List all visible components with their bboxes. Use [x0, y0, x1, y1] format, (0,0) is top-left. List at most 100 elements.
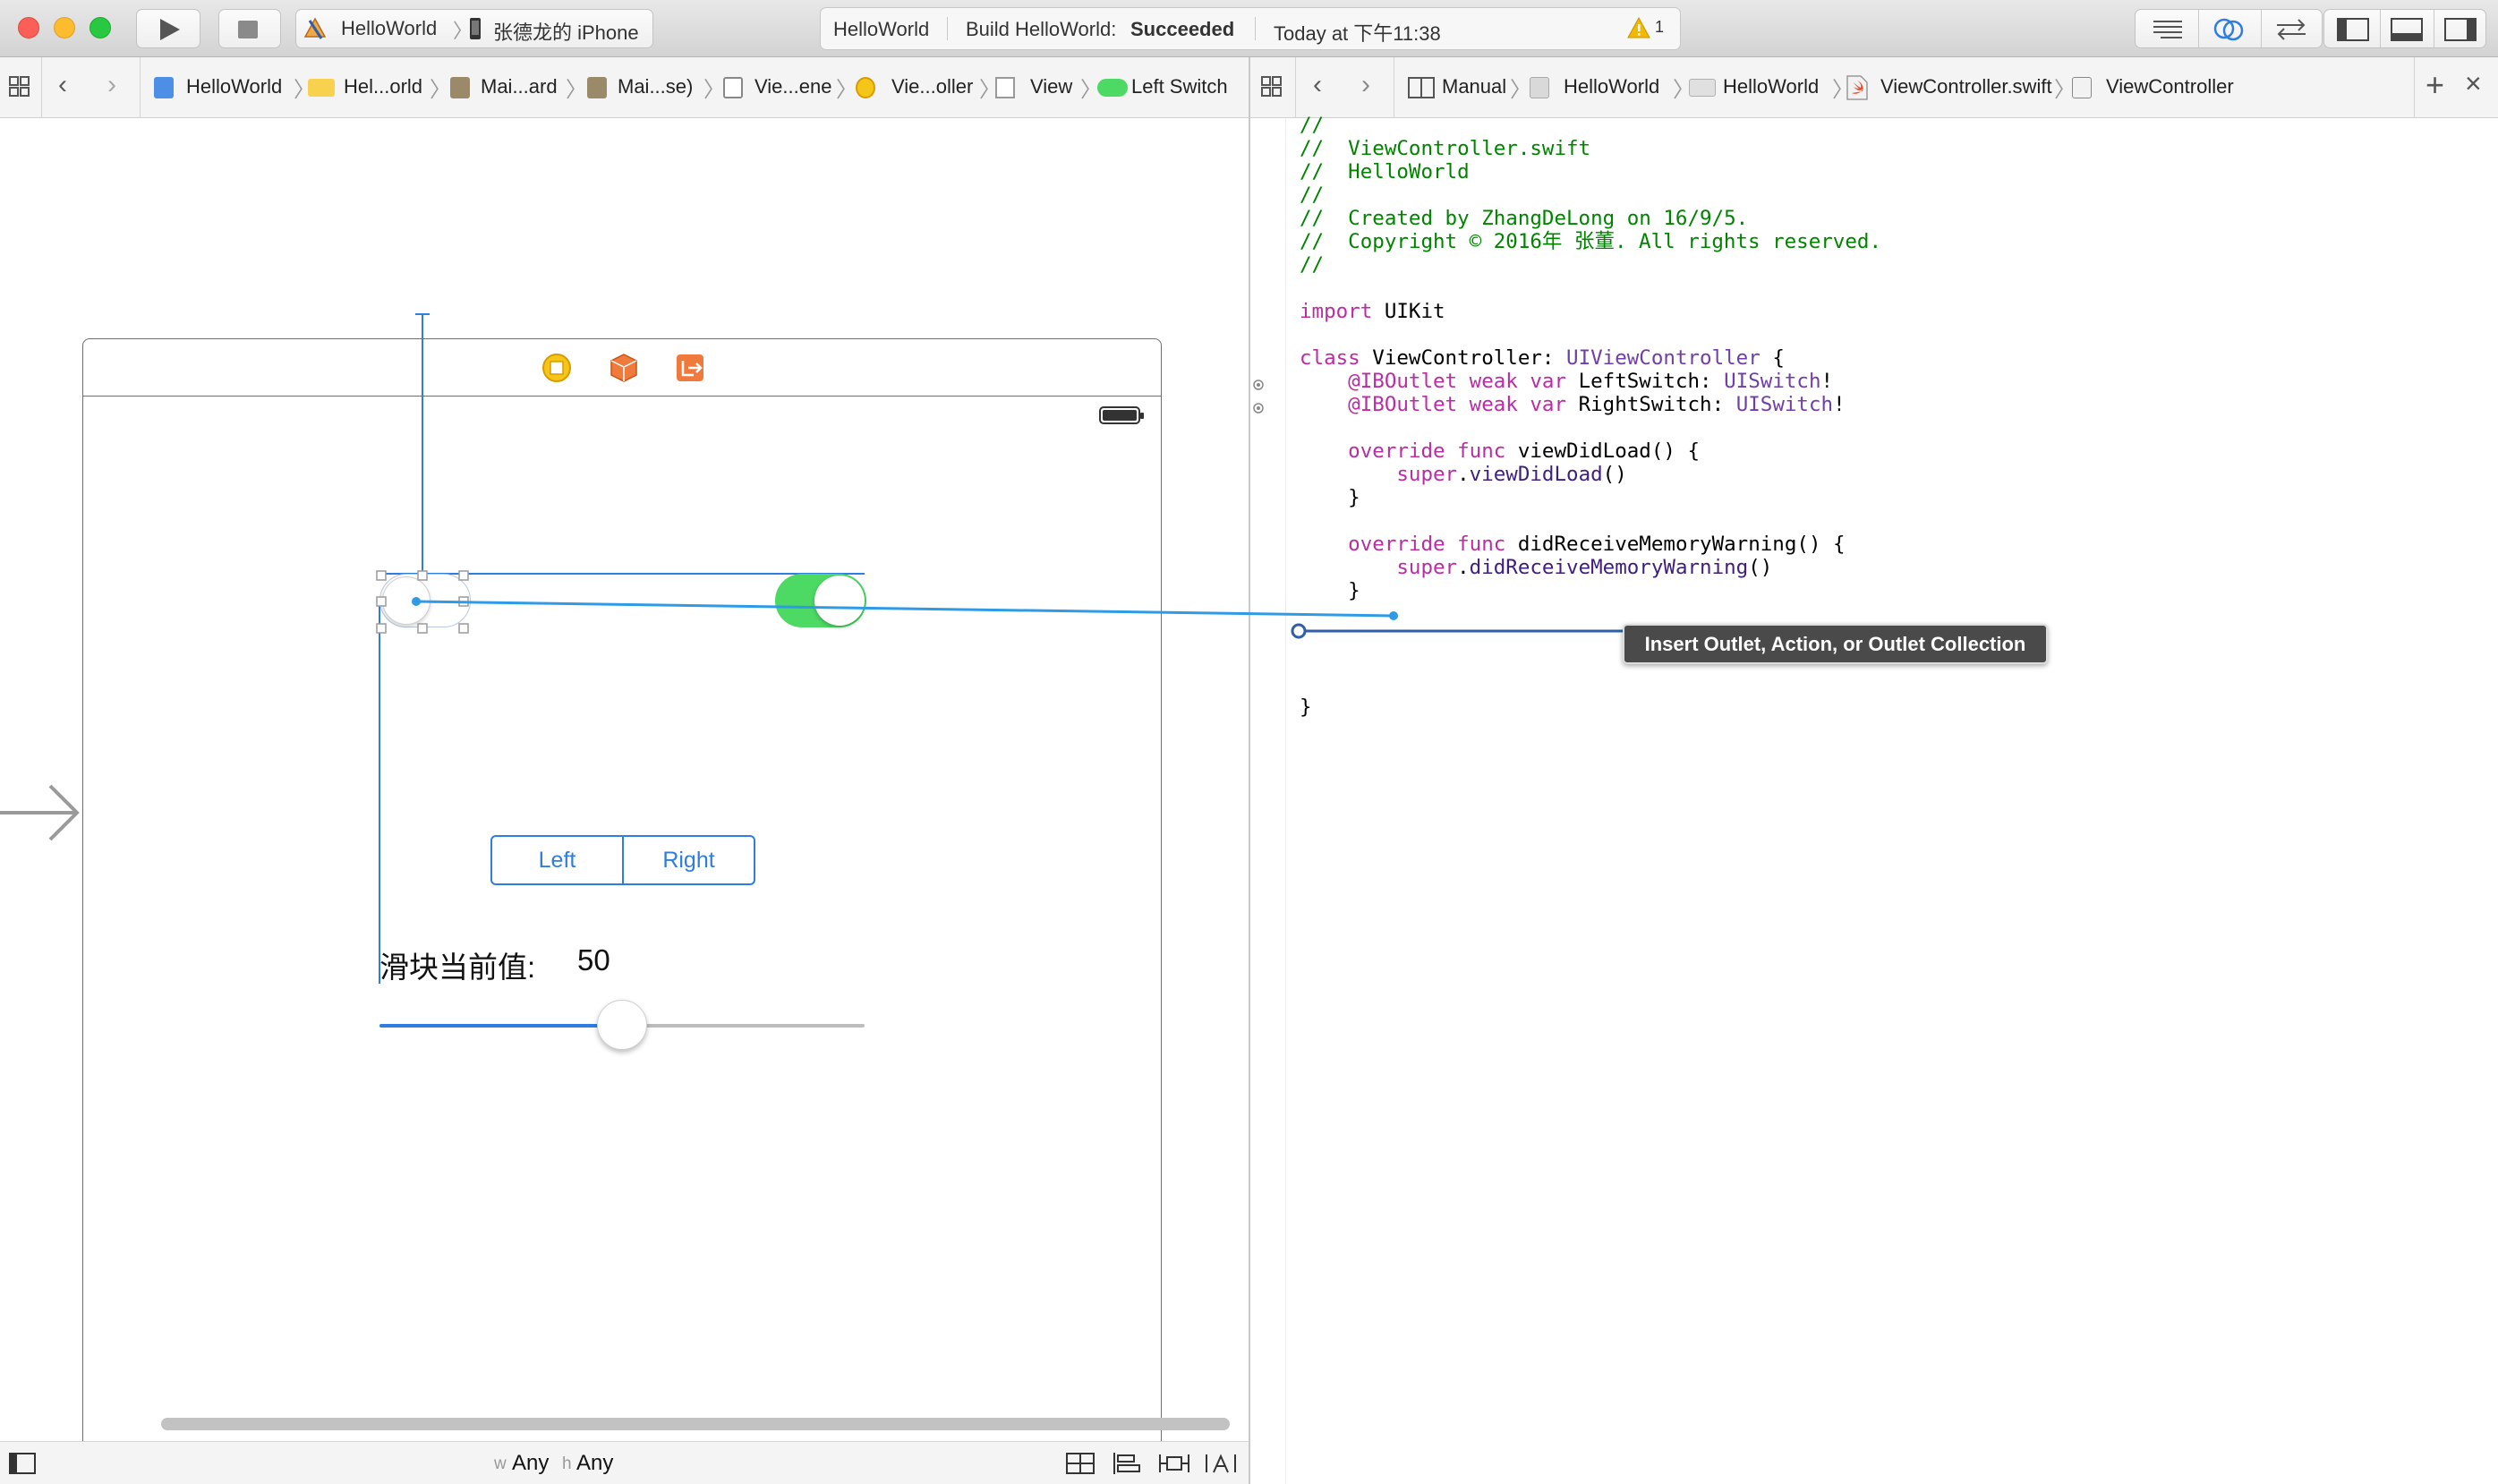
warning-triangle-icon[interactable] [1627, 17, 1650, 38]
stop-button[interactable] [218, 9, 281, 48]
code-line[interactable]: override func didReceiveMemoryWarning() … [1300, 533, 2481, 556]
build-time: Today at 下午11:38 [1274, 22, 1441, 45]
interface-builder-canvas[interactable]: Left Right 滑块当前值: 50 [0, 119, 1249, 1471]
close-window-button[interactable] [18, 17, 39, 38]
status-project: HelloWorld [833, 18, 930, 40]
utilities-toggle-icon[interactable] [2444, 18, 2477, 41]
code-token: weak [1469, 370, 1518, 393]
jump-bar-item[interactable]: Vie...oller [891, 75, 973, 98]
jump-bar-item[interactable]: Vie...ene [755, 75, 831, 98]
back-arrow-icon[interactable]: ‹ [1313, 70, 1322, 100]
jump-bar-item[interactable]: ViewController.swift [1880, 75, 2052, 98]
jump-bar-item[interactable]: HelloWorld [1723, 75, 1819, 98]
code-token: . [1457, 463, 1470, 486]
related-items-icon[interactable] [9, 75, 30, 98]
back-arrow-icon[interactable]: ‹ [58, 70, 67, 100]
navigator-toggle-icon[interactable] [2337, 18, 2369, 41]
size-class-height[interactable]: Any [576, 1451, 613, 1476]
related-items-icon[interactable] [1261, 75, 1283, 98]
main-toolbar: HelloWorld 〉 张德龙的 iPhone HelloWorld Buil… [0, 0, 2498, 57]
pin-icon[interactable] [1158, 1451, 1190, 1476]
code-line[interactable]: } [1300, 695, 2481, 719]
outlet-connection-markers [1253, 380, 1264, 414]
code-token: var [1530, 393, 1567, 416]
code-line[interactable] [1300, 672, 2481, 695]
zoom-window-button[interactable] [90, 17, 111, 38]
jump-bar-item[interactable]: HelloWorld [1564, 75, 1659, 98]
jump-bar-item[interactable]: Manual [1442, 75, 1506, 98]
code-token: viewDidLoad [1469, 463, 1603, 486]
code-line[interactable]: @IBOutlet weak var RightSwitch: UISwitch… [1300, 393, 2481, 416]
add-editor-icon[interactable]: + [2426, 66, 2444, 104]
run-button[interactable] [136, 9, 200, 48]
code-token: // [1300, 183, 1325, 207]
device-name: 张德龙的 iPhone [493, 21, 639, 44]
jump-bar-item[interactable]: Mai...se) [618, 75, 693, 98]
jump-bar-item[interactable]: View [1030, 75, 1072, 98]
code-token: // HelloWorld [1300, 160, 1470, 183]
view-icon [995, 77, 1015, 98]
code-line[interactable]: // [1300, 253, 2481, 277]
debug-area-toggle-icon[interactable] [2391, 18, 2423, 41]
code-line[interactable] [1300, 602, 2481, 626]
assistant-editor-icon[interactable] [2212, 17, 2245, 42]
code-line[interactable]: import UIKit [1300, 300, 2481, 323]
segmented-control[interactable]: Left Right [490, 835, 755, 885]
segment-left[interactable]: Left [492, 837, 622, 883]
scheme-selector[interactable]: HelloWorld 〉 张德龙的 iPhone [295, 9, 653, 48]
close-editor-icon[interactable]: × [2465, 67, 2482, 100]
jump-bar-divider [2414, 57, 2415, 118]
code-line[interactable]: override func viewDidLoad() { [1300, 439, 2481, 463]
code-line[interactable]: } [1300, 579, 2481, 602]
chevron-right-icon: 〉 [566, 78, 587, 102]
align-icon[interactable] [1112, 1451, 1142, 1476]
scheme-name: HelloWorld [341, 17, 438, 39]
forward-arrow-icon[interactable]: › [1361, 70, 1370, 100]
chevron-right-icon: 〉 [836, 78, 857, 102]
version-editor-icon[interactable] [2273, 17, 2309, 42]
resolve-auto-layout-icon[interactable] [1205, 1451, 1237, 1476]
value-slider[interactable] [379, 1000, 865, 1050]
code-line[interactable] [1300, 277, 2481, 300]
minimize-window-button[interactable] [54, 17, 75, 38]
code-line[interactable]: // [1300, 114, 2481, 137]
code-line[interactable]: // ViewController.swift [1300, 137, 2481, 160]
code-token: // [1300, 114, 1325, 137]
code-line[interactable]: // Copyright © 2016年 张董. All rights rese… [1300, 230, 2481, 253]
forward-arrow-icon[interactable]: › [107, 70, 116, 100]
code-line[interactable]: class ViewController: UIViewController { [1300, 346, 2481, 370]
segment-right[interactable]: Right [622, 837, 754, 883]
code-token: func [1457, 533, 1506, 556]
horizontal-scrollbar[interactable] [161, 1418, 1230, 1430]
document-outline-toggle-icon[interactable] [9, 1453, 36, 1474]
code-line[interactable]: // HelloWorld [1300, 160, 2481, 183]
code-token: @IBOutlet [1300, 370, 1458, 393]
jump-bar-item[interactable]: HelloWorld [186, 75, 282, 98]
standard-editor-icon[interactable] [2150, 19, 2186, 38]
code-line[interactable]: super.didReceiveMemoryWarning() [1300, 556, 2481, 579]
jump-bar-item[interactable]: Hel...orld [344, 75, 422, 98]
manual-mode-icon [1408, 77, 1435, 98]
stack-view-icon[interactable] [1065, 1451, 1096, 1476]
folder-icon [1689, 79, 1716, 97]
code-line[interactable]: // Created by ZhangDeLong on 16/9/5. [1300, 207, 2481, 230]
code-line[interactable]: // [1300, 183, 2481, 207]
code-line[interactable] [1300, 509, 2481, 533]
jump-bar-item[interactable]: Mai...ard [481, 75, 558, 98]
size-class-width[interactable]: Any [512, 1451, 549, 1476]
folder-icon [308, 79, 335, 97]
code-line[interactable] [1300, 416, 2481, 439]
right-switch[interactable] [775, 574, 866, 627]
code-token: // Copyright © 2016年 张董. All rights rese… [1300, 230, 1881, 253]
jump-bar-item[interactable]: ViewController [2106, 75, 2234, 98]
jump-bar-item[interactable]: Left Switch [1131, 75, 1228, 98]
switch-knob [814, 576, 865, 626]
code-line[interactable] [1300, 323, 2481, 346]
code-line[interactable]: super.viewDidLoad() [1300, 463, 2481, 486]
code-line[interactable]: @IBOutlet weak var LeftSwitch: UISwitch! [1300, 370, 2481, 393]
warning-count: 1 [1655, 18, 1665, 36]
code-line[interactable]: } [1300, 486, 2481, 509]
slider-thumb[interactable] [597, 1000, 647, 1050]
